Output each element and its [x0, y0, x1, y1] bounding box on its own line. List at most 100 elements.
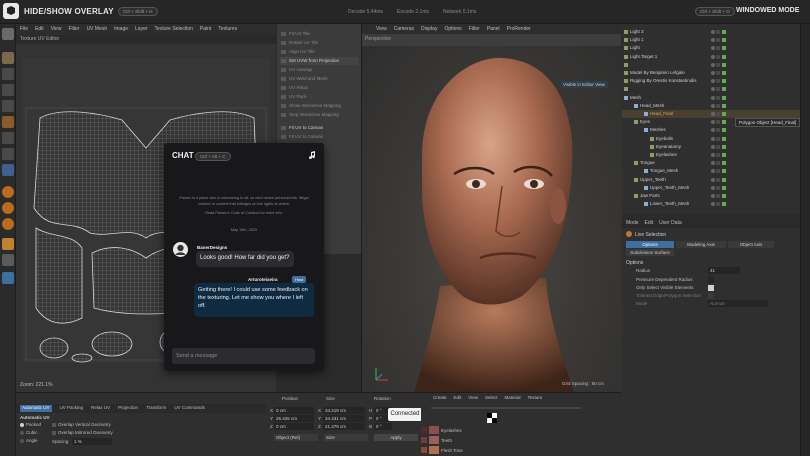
pressure-checkbox[interactable] [708, 277, 714, 283]
enable-toggle[interactable] [716, 112, 720, 116]
menu-uv-mesh[interactable]: UV Mesh [87, 26, 108, 33]
layer-dot[interactable] [711, 112, 715, 116]
object-row[interactable]: Light 3 [622, 28, 800, 36]
object-row[interactable] [622, 85, 800, 93]
menu-image[interactable]: Image [114, 26, 128, 33]
radio-packed[interactable] [20, 423, 24, 427]
object-row[interactable]: Head_Mesh [622, 102, 800, 110]
object-row[interactable]: Lower_Teeth_Mesh [622, 200, 800, 208]
mat-menu-material[interactable]: Material [504, 395, 520, 402]
object-row[interactable]: Rigging By Orestis Konstantinidis [622, 77, 800, 85]
tab-object-axis[interactable]: Object Axis [728, 241, 774, 248]
tab-modeling-axis[interactable]: Modeling Axis [676, 241, 726, 248]
material-teeth[interactable]: Teeth [441, 438, 452, 443]
tab-subdivision-surface[interactable]: Subdivision Surface [626, 249, 674, 256]
enable-toggle[interactable] [716, 185, 720, 190]
layer-dot[interactable] [711, 144, 715, 149]
object-row[interactable]: Light 1 [622, 36, 800, 44]
layer-dot[interactable] [711, 177, 715, 182]
radius-field[interactable]: 41 [708, 267, 740, 274]
visibility-toggle[interactable] [722, 87, 726, 92]
live-select-icon[interactable] [2, 116, 14, 128]
tab-relax-uv[interactable]: Relax UV [91, 405, 110, 412]
tab-projection[interactable]: Projection [118, 405, 138, 412]
layer-dot[interactable] [711, 62, 715, 67]
enable-toggle[interactable] [716, 128, 720, 133]
visibility-toggle[interactable] [722, 194, 726, 198]
enable-toggle[interactable] [716, 79, 720, 84]
scale-tool-icon[interactable] [2, 84, 14, 96]
chat-code-of-conduct[interactable]: Read Parsec's Code of Conduct for more i… [176, 211, 312, 215]
visibility-toggle[interactable] [722, 46, 726, 51]
object-row[interactable]: Mesh [622, 94, 800, 102]
object-row[interactable]: Tongue_Mesh [622, 167, 800, 175]
layer-dot[interactable] [711, 136, 715, 141]
material-swatch[interactable] [421, 427, 427, 433]
size-mode-dropdown[interactable]: Size [324, 434, 368, 441]
material-swatch[interactable] [421, 447, 427, 453]
menu-edit[interactable]: Edit [35, 26, 44, 33]
layer-dot[interactable] [711, 46, 715, 51]
enable-toggle[interactable] [716, 54, 720, 59]
attr-menu-mode[interactable]: Mode [626, 220, 639, 226]
cmd-item[interactable]: UV Weld and Mesh [280, 75, 358, 83]
cube-tool-icon[interactable] [2, 52, 14, 64]
visibility-toggle[interactable] [722, 161, 726, 166]
vp-menu-prorender[interactable]: ProRender [507, 26, 531, 32]
enable-toggle[interactable] [716, 136, 720, 141]
object-row[interactable]: Upper_Teeth [622, 176, 800, 184]
menu-filter[interactable]: Filter [68, 26, 79, 33]
visibility-toggle[interactable] [722, 169, 726, 174]
pos-y-field[interactable]: 25.426 cm [274, 415, 314, 422]
rot-b-field[interactable]: 0 ° [374, 423, 392, 430]
attr-menu-user-data[interactable]: User Data [659, 220, 682, 226]
cmd-item[interactable]: Rotate UV Tile [280, 39, 358, 47]
coord-mode-dropdown[interactable]: Object (Rel) [274, 434, 318, 441]
enable-toggle[interactable] [716, 194, 720, 198]
snap-icon[interactable] [2, 186, 14, 198]
enable-toggle[interactable] [716, 120, 720, 125]
mat-menu-view[interactable]: View [468, 395, 478, 402]
enable-toggle[interactable] [716, 177, 720, 182]
layer-dot[interactable] [711, 120, 715, 125]
visibility-toggle[interactable] [722, 153, 726, 157]
enable-toggle[interactable] [716, 87, 720, 92]
layer-dot[interactable] [711, 30, 715, 34]
overlap-mirrored-checkbox[interactable] [52, 431, 56, 435]
overlap-vertical-checkbox[interactable] [52, 423, 56, 427]
enable-toggle[interactable] [716, 202, 720, 207]
enable-toggle[interactable] [716, 46, 720, 51]
uv-mode-icon[interactable] [2, 272, 14, 284]
enable-toggle[interactable] [716, 161, 720, 166]
mat-menu-texture[interactable]: Texture [528, 395, 543, 402]
layer-dot[interactable] [711, 128, 715, 133]
menu-view[interactable]: View [51, 26, 62, 33]
radio-angle[interactable] [20, 439, 24, 443]
object-row[interactable] [622, 61, 800, 69]
menu-textures[interactable]: Textures [218, 26, 237, 33]
vp-menu-filter[interactable]: Filter [469, 26, 480, 32]
object-row[interactable]: Tongue [622, 159, 800, 167]
object-row[interactable]: Light [622, 44, 800, 52]
spacing-field[interactable]: 1 % [72, 438, 112, 445]
chat-input[interactable]: Send a message [172, 348, 315, 364]
size-y-field[interactable]: 34.431 cm [323, 415, 365, 422]
rotate-tool-icon[interactable] [2, 100, 14, 112]
object-row[interactable]: Light.Target.1 [622, 53, 800, 61]
material-thumb[interactable] [429, 446, 439, 454]
size-z-field[interactable]: 21.379 cm [323, 423, 365, 430]
layer-dot[interactable] [711, 38, 715, 43]
visibility-toggle[interactable] [722, 54, 726, 59]
radio-cubic[interactable] [20, 431, 24, 435]
cmd-item[interactable]: UV Relax [280, 84, 358, 92]
material-flesh-tone[interactable]: Flesh Tone [441, 448, 463, 453]
visibility-toggle[interactable] [722, 38, 726, 43]
visibility-toggle[interactable] [722, 112, 726, 116]
layer-dot[interactable] [711, 153, 715, 157]
material-thumb[interactable] [429, 426, 439, 434]
object-row[interactable]: Model By Benjamin Lefgale [622, 69, 800, 77]
attr-menu-edit[interactable]: Edit [645, 220, 654, 226]
snap-settings-icon[interactable] [2, 202, 14, 214]
visibility-toggle[interactable] [722, 30, 726, 34]
size-x-field[interactable]: 34.219 cm [323, 407, 365, 414]
